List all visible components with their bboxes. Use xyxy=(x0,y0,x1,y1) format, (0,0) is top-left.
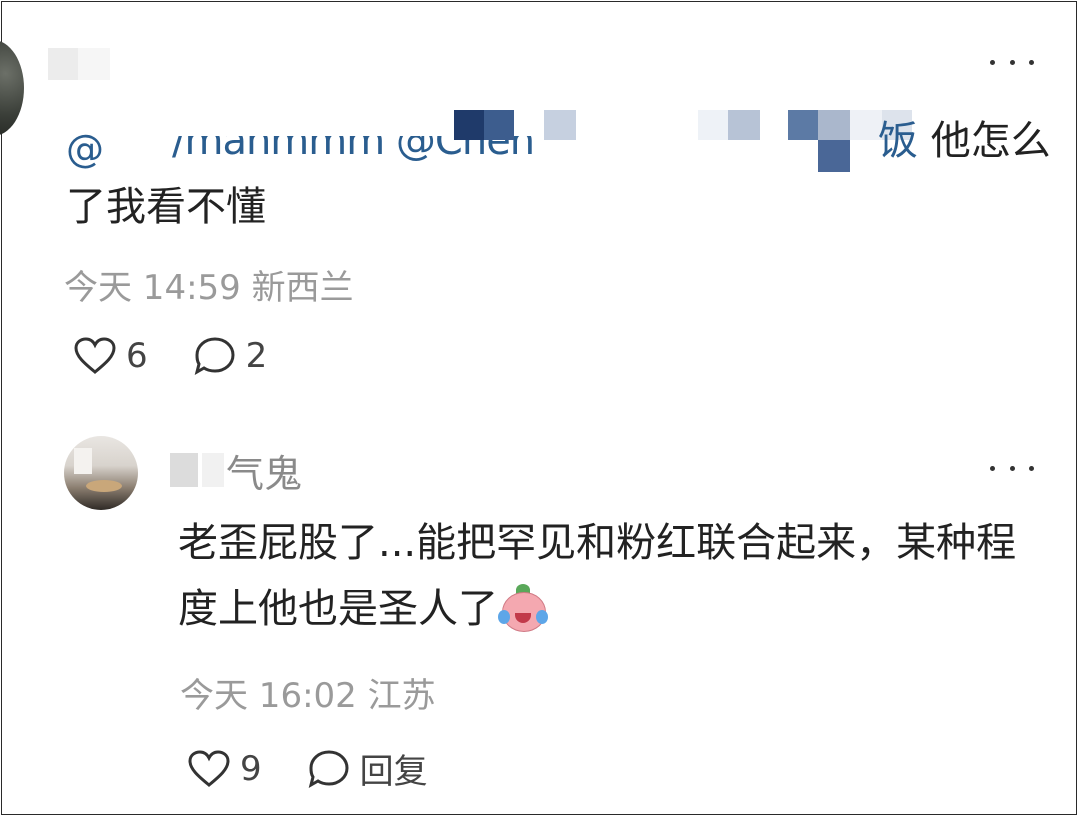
username-redacted[interactable] xyxy=(48,48,110,80)
at-icon: @ xyxy=(66,127,104,171)
redaction-block xyxy=(698,110,728,140)
heart-icon xyxy=(188,749,230,787)
comment-bubble-icon xyxy=(194,337,235,376)
redaction-block xyxy=(170,453,198,487)
comment-meta: 今天 14:59 新西兰 xyxy=(64,268,354,308)
like-button[interactable]: 9 xyxy=(188,749,262,789)
comment-meta: 今天 16:02 江苏 xyxy=(180,676,436,716)
more-icon[interactable] xyxy=(990,52,1034,72)
redaction-block xyxy=(818,110,850,140)
redaction-block xyxy=(818,140,850,172)
more-icon[interactable] xyxy=(990,458,1034,478)
reply-label: 回复 xyxy=(359,752,428,792)
reply-count: 2 xyxy=(245,336,268,376)
comment-text: 老歪屁股了...能把罕见和粉红联合起来，某种程度上他也是圣人了 xyxy=(178,520,1017,632)
redaction-block xyxy=(788,110,818,140)
reply-button[interactable]: 回复 xyxy=(308,744,428,793)
comment-text-tail: 饭 他怎么 xyxy=(878,118,1051,164)
like-button[interactable]: 6 xyxy=(74,336,148,376)
username-text: 气鬼 xyxy=(226,451,303,496)
like-count: 9 xyxy=(240,748,262,789)
redaction-block xyxy=(454,110,484,140)
heart-icon xyxy=(74,337,116,374)
comment-body: @ /manmmm @Chen 饭 他怎么 了我看不懂 xyxy=(66,108,1051,240)
redaction-block xyxy=(544,110,576,140)
avatar[interactable] xyxy=(64,436,138,510)
avatar[interactable] xyxy=(0,40,24,136)
comment-actions: 9 回复 xyxy=(188,744,428,793)
comment-text-line: 了我看不懂 xyxy=(66,184,266,230)
like-count: 6 xyxy=(126,336,148,376)
comment-bubble-icon xyxy=(308,749,349,788)
redaction-block xyxy=(202,453,224,487)
redaction-block xyxy=(484,110,514,140)
reply-button[interactable]: 2 xyxy=(194,336,268,376)
redaction-block xyxy=(728,110,760,140)
comment-body: 老歪屁股了...能把罕见和粉红联合起来，某种程度上他也是圣人了 xyxy=(178,510,1028,642)
crying-emoji-icon xyxy=(498,584,548,632)
username[interactable]: 气鬼 xyxy=(170,446,302,496)
comment-actions: 6 2 xyxy=(74,336,267,376)
